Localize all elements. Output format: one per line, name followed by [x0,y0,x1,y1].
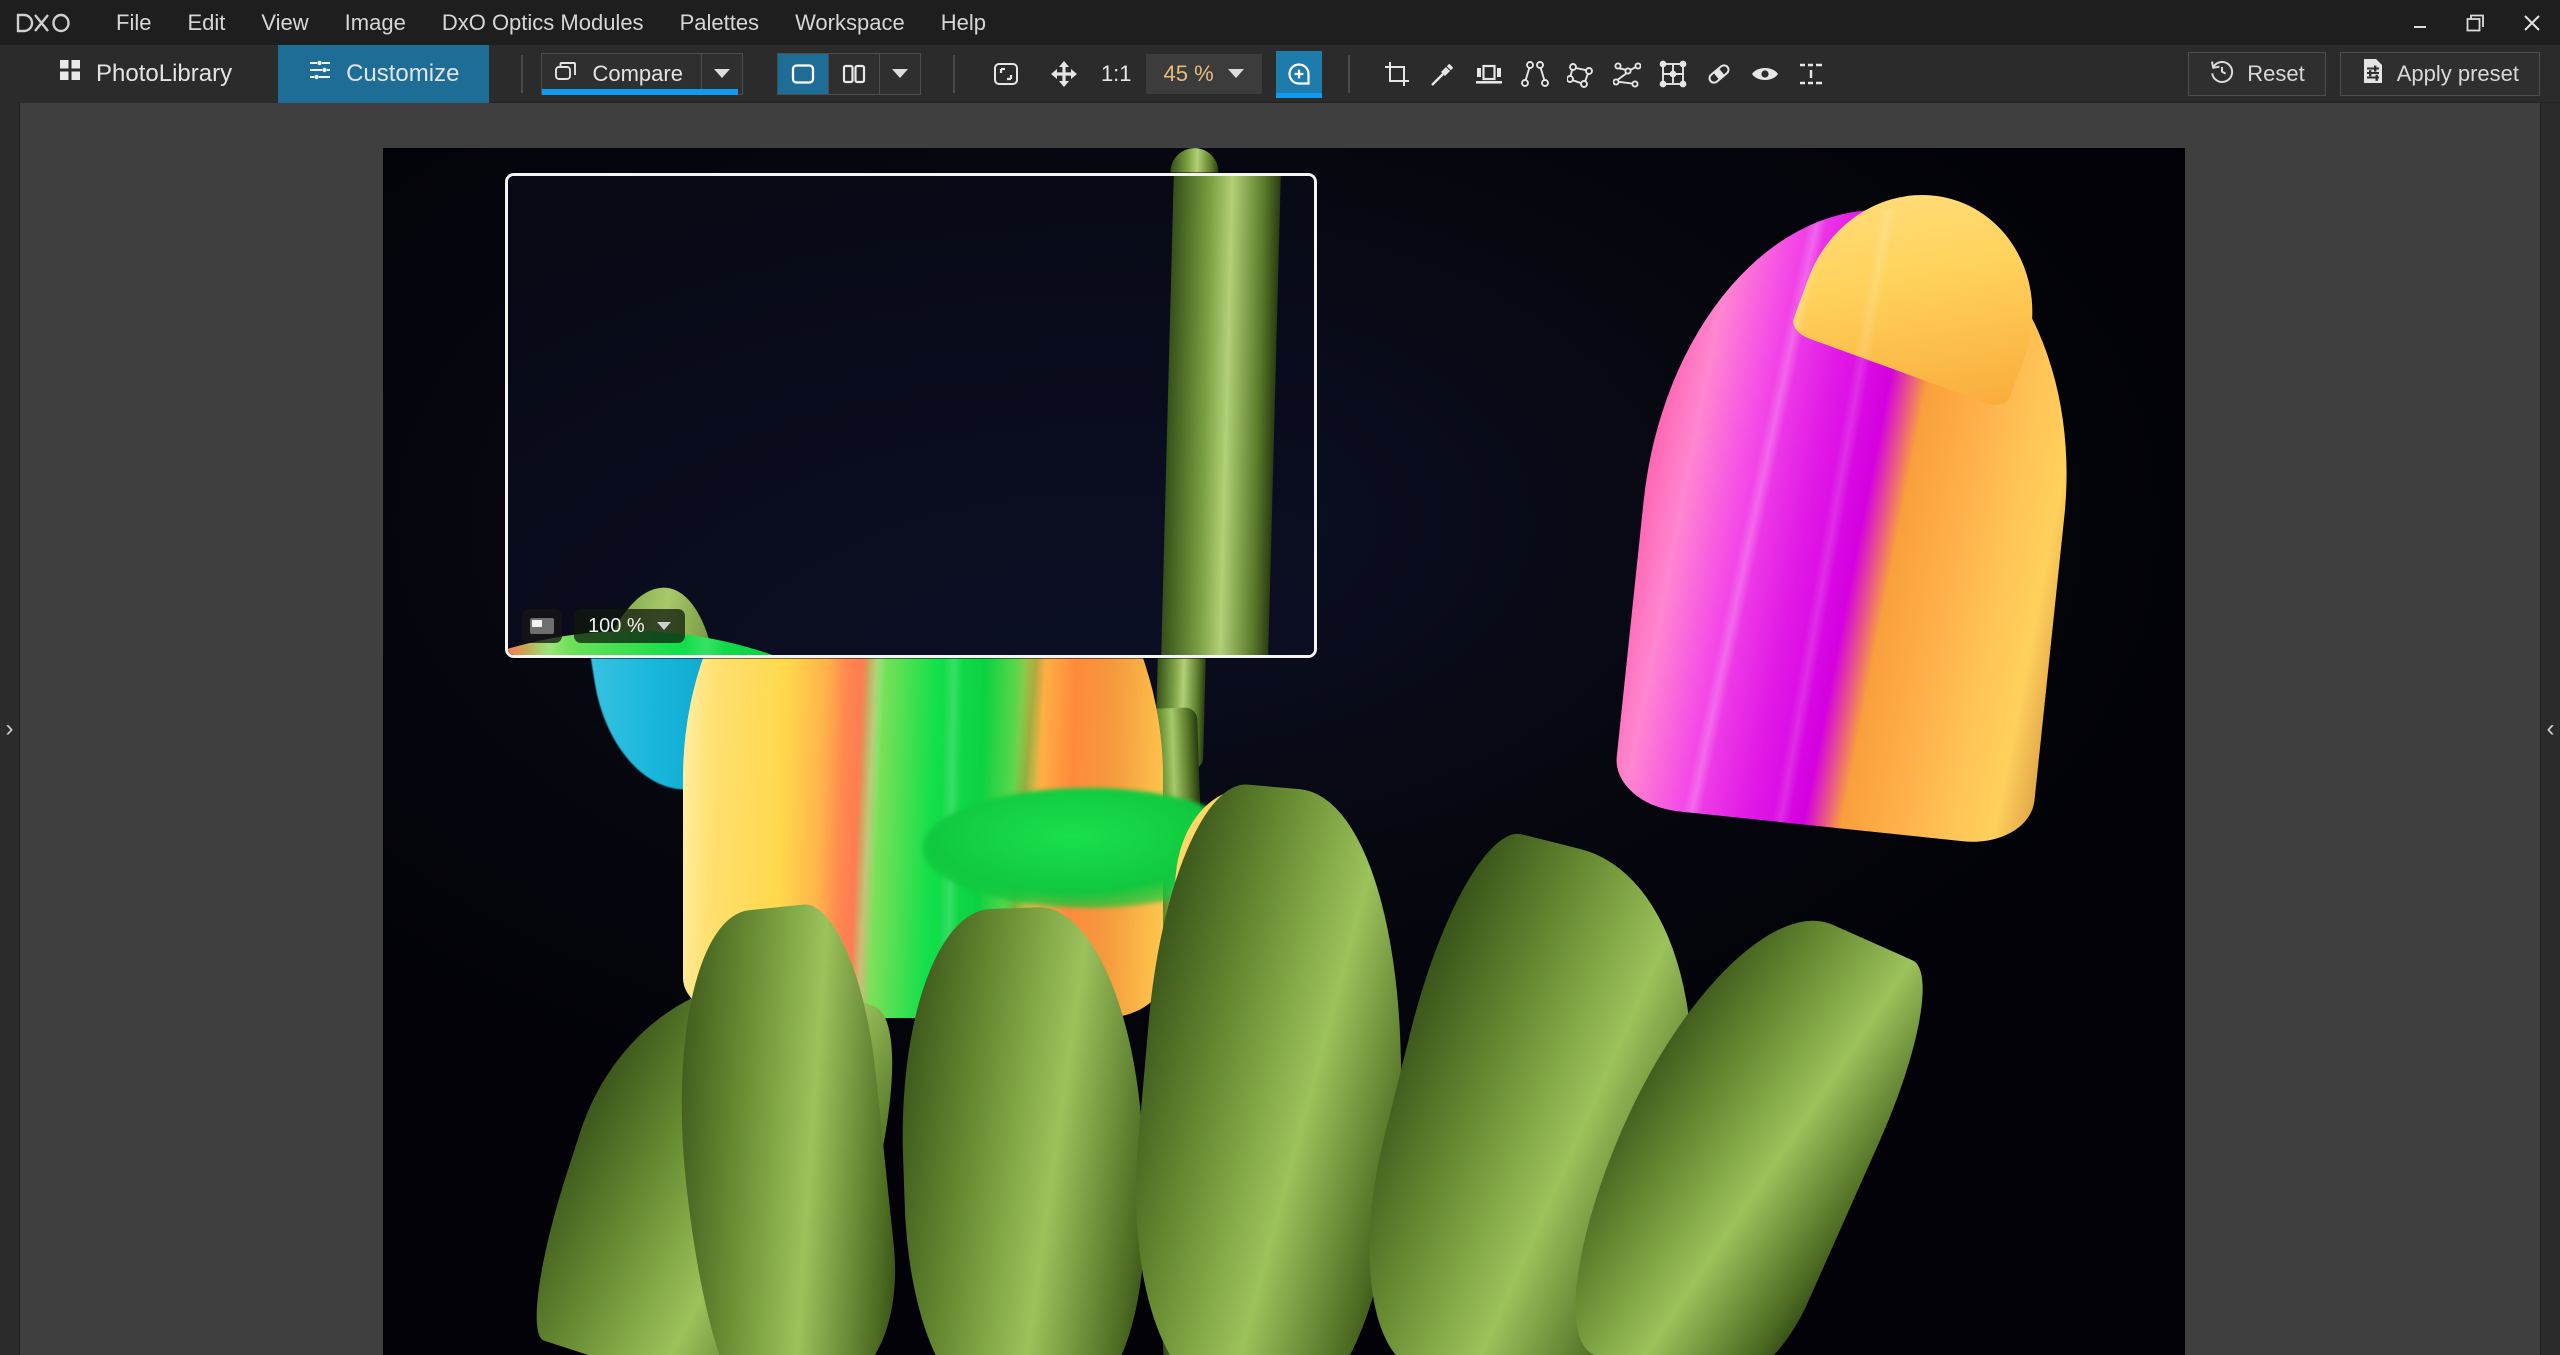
crop-tool-button[interactable] [1374,51,1420,97]
toolbar-divider-2 [952,54,955,93]
single-view-button[interactable] [777,53,828,94]
photo-canvas[interactable]: 100 % [383,148,2185,1355]
minimize-button[interactable] [2392,0,2448,45]
expand-left-panel-handle[interactable]: › [0,103,20,1355]
menu-item-file[interactable]: File [98,0,169,45]
zoom-level-dropdown[interactable]: 45 % [1145,53,1262,94]
pan-tool-button[interactable] [1041,51,1087,97]
loupe-button[interactable] [1275,50,1322,98]
perspective-8points-tool-button[interactable] [1604,51,1650,97]
reset-label: Reset [2247,60,2305,86]
restore-window-button[interactable] [2448,0,2504,45]
split-view-button[interactable] [827,53,879,94]
compare-label: Compare [592,60,683,86]
menu-item-edit[interactable]: Edit [169,0,243,45]
chevron-left-icon: ‹ [2546,715,2555,742]
force-parallel-tool-button[interactable] [1512,51,1558,97]
reset-button[interactable]: Reset [2188,51,2326,96]
compare-active-underline [542,88,739,95]
loupe-zoom-value: 100 % [588,614,645,637]
view-mode-group [776,52,921,95]
repair-tool-button[interactable] [1696,51,1742,97]
grid-icon [58,58,82,89]
toolbar-divider-3 [1347,54,1350,93]
chevron-down-icon [713,69,730,78]
menu-item-help[interactable]: Help [923,0,1004,45]
menu-item-image[interactable]: Image [327,0,424,45]
local-adjustments-tool-button[interactable] [1788,51,1834,97]
chevron-down-icon [656,622,671,630]
apply-preset-button[interactable]: Apply preset [2339,51,2540,96]
image-viewer[interactable]: 100 % [20,103,2540,1355]
fit-to-screen-button[interactable] [983,51,1029,97]
dxo-photolab-window: File Edit View Image DxO Optics Modules … [0,0,2560,1355]
toolbar-divider [521,54,524,93]
apply-preset-label: Apply preset [2396,60,2519,86]
compare-layers-icon [554,59,580,89]
loupe-overlay[interactable]: 100 % [505,173,1317,658]
close-button[interactable] [2504,0,2560,45]
loupe-position-icon[interactable] [522,609,562,643]
menu-item-view[interactable]: View [243,0,326,45]
rectangle-tool-button[interactable] [1650,51,1696,97]
expand-right-panel-handle[interactable]: ‹ [2540,103,2560,1355]
zoom-ratio-label[interactable]: 1:1 [1087,61,1146,87]
horizon-tool-button[interactable] [1466,51,1512,97]
view-mode-dropdown-button[interactable] [878,53,920,94]
white-balance-tool-button[interactable] [1420,51,1466,97]
main-toolbar: PhotoLibrary Customize Compare 1:1 45 % … [0,44,2560,103]
chevron-down-icon [891,69,908,78]
dxo-logo-icon [14,11,72,35]
preset-document-icon [2361,58,2385,90]
loupe-zoom-dropdown[interactable]: 100 % [574,609,685,643]
history-revert-icon [2209,58,2235,90]
toolbar-right-actions: Reset Apply preset [2188,51,2540,96]
zoom-level-value: 45 % [1163,60,1214,86]
tab-photolibrary[interactable]: PhotoLibrary [0,44,279,103]
compare-button[interactable]: Compare [542,54,700,94]
chevron-right-icon: › [5,715,14,742]
mode-tabs: PhotoLibrary Customize [0,44,490,103]
window-controls [2392,0,2560,45]
sliders-icon [308,58,332,89]
tab-customize-label: Customize [346,59,460,87]
perspective-4points-tool-button[interactable] [1558,51,1604,97]
compare-button-group: Compare [541,52,743,95]
menu-bar: File Edit View Image DxO Optics Modules … [0,0,2560,45]
tab-photolibrary-label: PhotoLibrary [96,59,233,87]
loupe-active-underline [1275,92,1322,98]
loupe-magnified-content [508,176,1314,655]
menu-item-palettes[interactable]: Palettes [662,0,778,45]
menu-item-workspace[interactable]: Workspace [777,0,923,45]
menu-item-dxo-optics-modules[interactable]: DxO Optics Modules [424,0,662,45]
tab-customize[interactable]: Customize [278,44,490,103]
chevron-down-icon [1227,69,1244,78]
compare-dropdown-button[interactable] [700,53,742,94]
red-eye-tool-button[interactable] [1742,51,1788,97]
loupe-controls: 100 % [522,609,685,643]
